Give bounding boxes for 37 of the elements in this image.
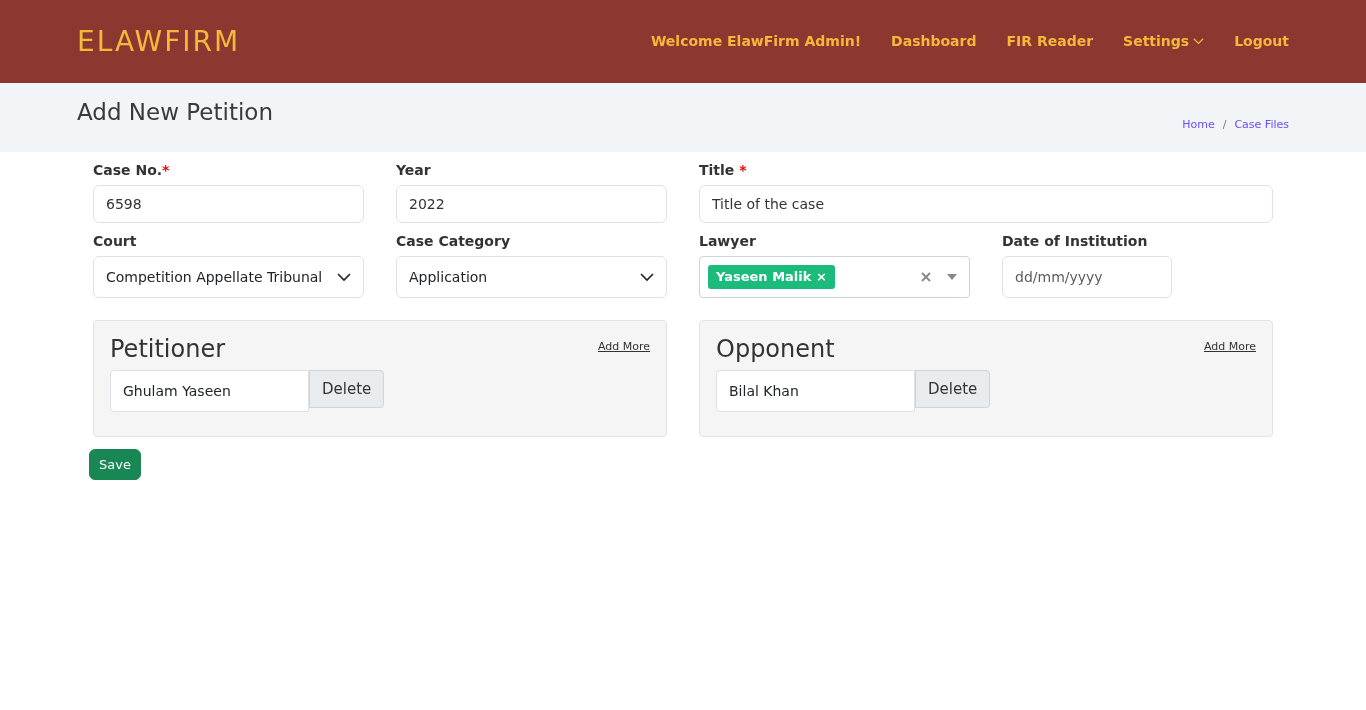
delete-button[interactable]: Delete <box>309 369 385 408</box>
section-title: Petitioner <box>110 335 226 364</box>
add-more-link[interactable]: Add More <box>1203 339 1256 356</box>
nav-link[interactable]: FIR Reader <box>1006 31 1094 52</box>
nav-link[interactable]: Settings <box>1123 31 1205 52</box>
caret-down-icon[interactable] <box>947 274 957 280</box>
field-label: Court <box>93 232 138 251</box>
nav-link[interactable]: Logout <box>1234 31 1289 52</box>
select-field[interactable]: Competition Appellate Tribunal <box>93 256 364 298</box>
breadcrumb-link[interactable]: Home <box>1182 117 1215 134</box>
input-field[interactable]: 6598 <box>93 185 364 223</box>
nav-link[interactable]: Welcome ElawFirm Admin! <box>650 31 862 52</box>
chevron-down-icon <box>337 272 351 282</box>
chevron-down-icon <box>640 272 654 282</box>
select-field[interactable]: Application <box>396 256 667 298</box>
field-label: Case No.* <box>93 161 171 180</box>
clear-icon[interactable] <box>921 272 931 282</box>
input-field[interactable]: Title of the case <box>699 185 1273 223</box>
page-title: Add New Petition <box>77 98 273 127</box>
field-label: Year <box>396 161 432 180</box>
field-label: Date of Institution <box>1002 232 1149 251</box>
section-title: Opponent <box>716 335 835 364</box>
add-more-link[interactable]: Add More <box>597 339 650 356</box>
nav-link[interactable]: Dashboard <box>891 31 977 52</box>
name-field[interactable]: Ghulam Yaseen <box>110 369 309 412</box>
chevron-down-icon <box>1193 38 1205 45</box>
name-field[interactable]: Bilal Khan <box>716 369 915 412</box>
input-field[interactable]: 2022 <box>396 185 667 223</box>
date-field[interactable]: dd/mm/yyyy <box>1002 256 1172 298</box>
field-label: Title * <box>699 161 748 180</box>
breadcrumb-separator: / <box>1222 117 1227 134</box>
field-label: Lawyer <box>699 232 757 251</box>
brand-logo[interactable]: ELAWFIRM <box>77 20 241 63</box>
breadcrumb-link[interactable]: Case Files <box>1234 117 1289 134</box>
delete-button[interactable]: Delete <box>915 369 991 408</box>
save-button[interactable]: Save <box>89 448 141 481</box>
field-label: Case Category <box>396 232 511 251</box>
